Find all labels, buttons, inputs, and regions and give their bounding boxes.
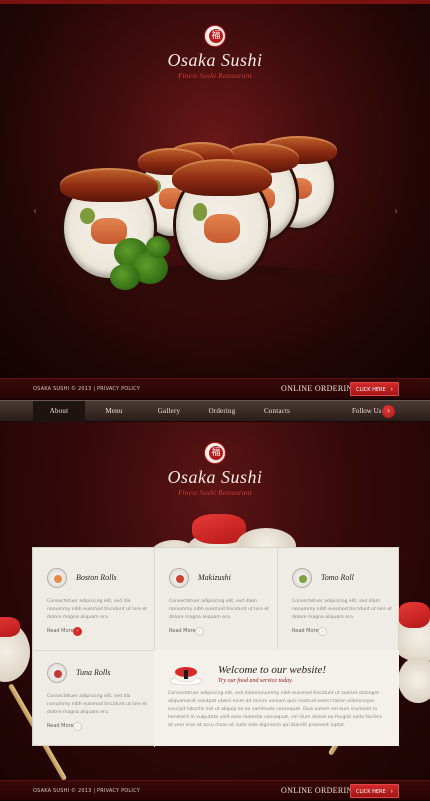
tuna-roll-icon	[47, 663, 67, 683]
chevron-right-icon-2: ›	[390, 788, 393, 795]
read-more-arrow-icon[interactable]: ›	[195, 627, 204, 636]
read-more-link[interactable]: Read More	[47, 628, 74, 634]
hero-slider: 福 Osaka Sushi Finest Sushi Restaurant ‹ …	[0, 0, 430, 378]
welcome-subtitle: Try our food and service today.	[218, 678, 293, 684]
brand-tagline-2: Finest Sushi Restaurant	[178, 489, 252, 497]
top-footer-bar: OSAKA SUSHI © 2013 | PRIVACY POLICY ONLI…	[0, 378, 430, 400]
nav-item-about[interactable]: About	[33, 401, 85, 422]
bottom-footer-bar: OSAKA SUSHI © 2013 | PRIVACY POLICY ONLI…	[0, 780, 430, 801]
brand-tagline: Finest Sushi Restaurant	[178, 72, 252, 80]
click-here-button[interactable]: CLICK HERE ›	[350, 382, 399, 396]
card-boston-rolls: Boston Rolls Consectetuer adipiscing eli…	[47, 568, 157, 644]
main-nav: About Menu Gallery Ordering Contacts Fol…	[0, 400, 430, 422]
click-here-button-2[interactable]: CLICK HERE ›	[350, 784, 399, 798]
slider-next-arrow-icon[interactable]: ›	[391, 207, 401, 217]
logo-emblem-icon[interactable]: 福	[204, 25, 226, 47]
nav-item-ordering[interactable]: Ordering	[196, 401, 248, 422]
read-more-arrow-icon[interactable]: ›	[73, 722, 82, 731]
boston-roll-icon	[47, 568, 67, 588]
nav-item-gallery[interactable]: Gallery	[143, 401, 195, 422]
brand-title[interactable]: Osaka Sushi	[0, 50, 430, 71]
card-description: Consectetuer adipiscing elit, sed diam n…	[292, 599, 392, 620]
card-title[interactable]: Tomo Roll	[321, 573, 354, 582]
click-here-label-2: CLICK HERE	[356, 789, 386, 795]
logo-emblem-glyph-2: 福	[209, 446, 223, 460]
read-more-link[interactable]: Read More	[47, 723, 74, 729]
card-description: Consectetuer adipiscing elit, sed dia no…	[47, 599, 147, 620]
copyright-text-2: OSAKA SUSHI © 2013 | PRIVACY POLICY	[33, 788, 140, 794]
welcome-title: Welcome to our website!	[218, 664, 327, 676]
read-more-arrow-icon[interactable]: ›	[318, 627, 327, 636]
online-ordering-label-2: ONLINE ORDERING	[281, 786, 359, 795]
card-description: Consectetuer adipiscing elit, sed dia no…	[47, 694, 147, 715]
card-makizushi: Makizushi Consectetuer adipiscing elit, …	[169, 568, 279, 644]
read-more-link[interactable]: Read More	[292, 628, 319, 634]
welcome-body-text: Consectetuer adipiscing elit, sed diamno…	[168, 691, 383, 728]
card-tomo-roll: Tomo Roll Consectetuer adipiscing elit, …	[292, 568, 402, 644]
copyright-text: OSAKA SUSHI © 2013 | PRIVACY POLICY	[33, 386, 140, 392]
sushi-hero-image	[58, 135, 382, 340]
card-title[interactable]: Boston Rolls	[76, 573, 117, 582]
read-more-link[interactable]: Read More	[169, 628, 196, 634]
nav-item-contacts[interactable]: Contacts	[251, 401, 303, 422]
card-title[interactable]: Makizushi	[198, 573, 231, 582]
welcome-section: Welcome to our website! Try our food and…	[154, 650, 399, 746]
chevron-right-icon: ›	[390, 386, 393, 393]
card-title[interactable]: Tuna Rolls	[76, 668, 110, 677]
sushi-plate-icon	[169, 667, 203, 686]
follow-us-icon[interactable]: ›	[382, 405, 395, 418]
logo-emblem-icon-2[interactable]: 福	[204, 442, 226, 464]
logo-emblem-glyph: 福	[209, 29, 223, 43]
card-description: Consectetuer adipiscing elit, sed diam n…	[169, 599, 269, 620]
online-ordering-label: ONLINE ORDERING	[281, 384, 359, 393]
nav-item-menu[interactable]: Menu	[88, 401, 140, 422]
card-tuna-rolls: Tuna Rolls Consectetuer adipiscing elit,…	[47, 663, 157, 739]
read-more-arrow-icon[interactable]: ›	[73, 627, 82, 636]
tomo-roll-icon	[292, 568, 312, 588]
slider-prev-arrow-icon[interactable]: ‹	[30, 207, 40, 217]
makizushi-icon	[169, 568, 189, 588]
follow-us-label: Follow Us	[352, 407, 382, 415]
click-here-label: CLICK HERE	[356, 387, 386, 393]
brand-title-2[interactable]: Osaka Sushi	[0, 467, 430, 488]
